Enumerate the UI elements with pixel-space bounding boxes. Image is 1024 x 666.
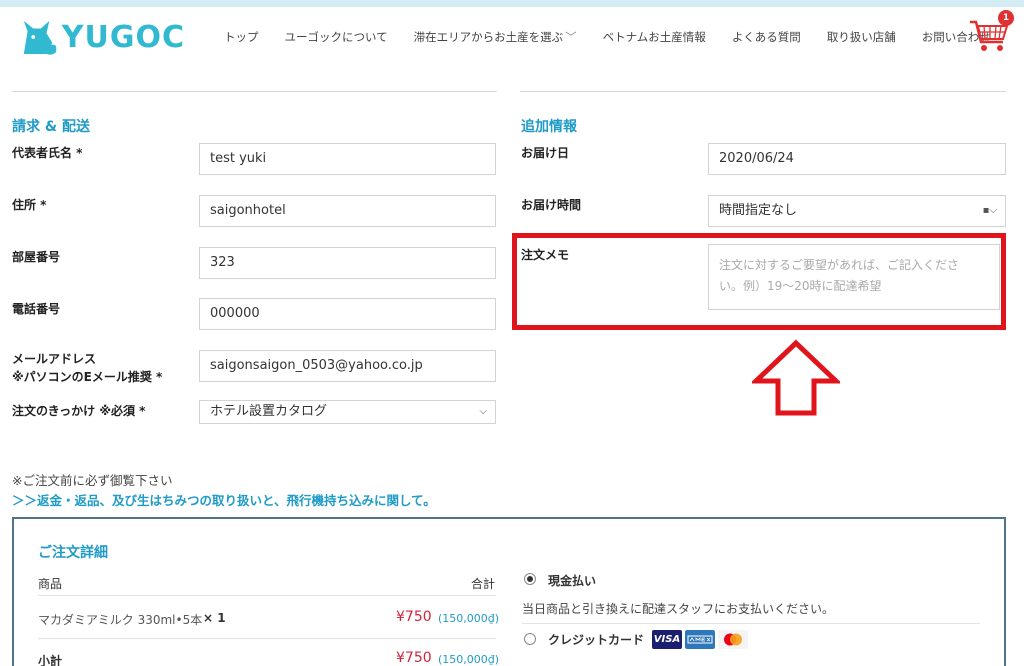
- product-column-header: 商品: [38, 577, 63, 591]
- billing-title: 請求 & 配送: [12, 119, 90, 135]
- name-input[interactable]: test yuki: [199, 143, 496, 175]
- source-select-value: ホテル設置カタログ: [210, 404, 328, 419]
- order-details-box: [12, 517, 1006, 666]
- additional-divider: [520, 91, 1006, 92]
- delivery-time-select[interactable]: 時間指定なし ▪⌵: [708, 195, 1006, 227]
- email-label-note: ※パソコンのEメール推奨 *: [12, 370, 163, 384]
- chevron-down-icon: ⌵: [479, 406, 487, 417]
- fox-logo-icon: [23, 20, 57, 55]
- amex-logo-icon: [685, 630, 715, 649]
- nav-item-area-label: 滞在エリアからお土産を選ぶ: [413, 30, 564, 44]
- mastercard-logo-icon: [718, 630, 748, 649]
- name-label: 代表者氏名 *: [12, 146, 83, 160]
- order-item-price-vnd: (150,000₫): [438, 612, 500, 625]
- address-label: 住所 *: [12, 198, 47, 212]
- nav-item-about[interactable]: ユーゴックについて: [285, 29, 388, 45]
- card-payment-radio[interactable]: [524, 633, 536, 645]
- highlight-box: [512, 233, 1006, 330]
- cash-payment-description: 当日商品と引き換えに配達スタッフにお支払いください。: [522, 602, 835, 616]
- subtotal-label: 小計: [38, 654, 63, 666]
- top-accent-bar: [0, 0, 1024, 7]
- subtotal-price: ¥750: [396, 650, 432, 666]
- billing-divider: [12, 91, 497, 92]
- main-nav: トップ ユーゴックについて 滞在エリアからお土産を選ぶ ﹀ ベトナムお土産情報 よ…: [224, 29, 1017, 45]
- phone-input[interactable]: 000000: [199, 298, 496, 330]
- chevron-down-icon: ﹀: [565, 30, 577, 44]
- card-payment-label: クレジットカード: [548, 633, 645, 647]
- source-label: 注文のきっかけ ※必須 *: [12, 404, 146, 418]
- address-input[interactable]: saigonhotel: [199, 195, 496, 227]
- site-logo[interactable]: YUGOC: [20, 16, 185, 58]
- notice-text: ※ご注文前に必ず御覧下さい: [12, 473, 173, 488]
- nav-item-top[interactable]: トップ: [224, 29, 259, 45]
- additional-title: 追加情報: [521, 119, 577, 135]
- nav-item-area[interactable]: 滞在エリアからお土産を選ぶ ﹀: [414, 29, 577, 45]
- room-label: 部屋番号: [12, 250, 61, 264]
- visa-logo-icon: VISA: [652, 630, 682, 649]
- phone-label: 電話番号: [12, 302, 61, 316]
- total-column-header: 合計: [471, 577, 496, 591]
- order-header-divider: [38, 595, 496, 596]
- order-item-divider: [38, 638, 496, 639]
- nav-item-faq[interactable]: よくある質問: [732, 29, 801, 45]
- subtotal-price-vnd: (150,000₫): [438, 653, 500, 666]
- up-arrow-icon: [752, 339, 840, 416]
- order-title: ご注文詳細: [38, 545, 108, 561]
- order-item-price: ¥750: [396, 609, 432, 625]
- refund-policy-link[interactable]: ＞＞返金・返品、及び生はちみつの取り扱いと、飛行機持ち込みに関して。: [12, 490, 436, 509]
- delivery-time-label: お届け時間: [521, 198, 582, 212]
- order-item-qty: × 1: [203, 611, 226, 625]
- delivery-date-input[interactable]: 2020/06/24: [708, 143, 1006, 175]
- order-item-name: マカダミアミルク 330ml•5本: [38, 613, 203, 627]
- brand-name: YUGOC: [61, 19, 185, 55]
- nav-item-vietnam-info[interactable]: ベトナムお土産情報: [603, 29, 706, 45]
- chevron-down-icon: ▪⌵: [982, 205, 997, 216]
- cash-payment-label: 現金払い: [548, 574, 597, 588]
- delivery-time-value: 時間指定なし: [719, 203, 798, 218]
- payment-divider: [522, 623, 980, 624]
- nav-item-stores[interactable]: 取り扱い店舗: [827, 29, 896, 45]
- cash-payment-radio[interactable]: [524, 573, 536, 585]
- cart-count-badge: 1: [998, 10, 1014, 26]
- room-input[interactable]: 323: [199, 247, 496, 279]
- email-label: メールアドレス: [12, 352, 97, 366]
- visa-logo-text: VISA: [653, 634, 681, 645]
- source-select[interactable]: ホテル設置カタログ ⌵: [199, 400, 496, 424]
- email-input[interactable]: saigonsaigon_0503@yahoo.co.jp: [199, 350, 496, 382]
- delivery-date-label: お届け日: [521, 146, 570, 160]
